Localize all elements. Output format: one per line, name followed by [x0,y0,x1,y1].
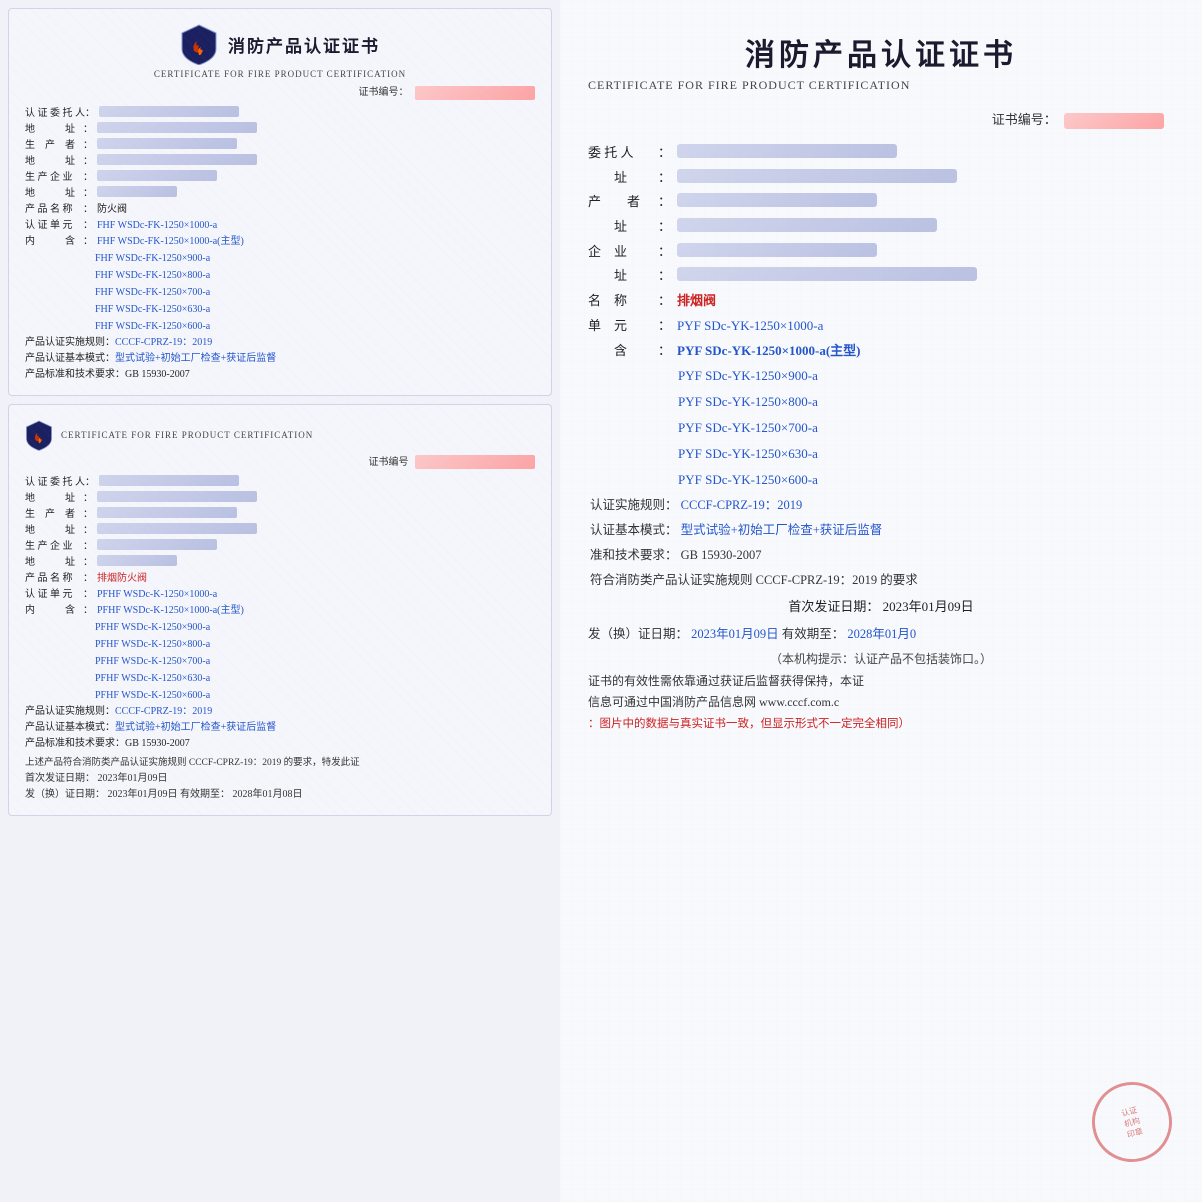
sub-items-2: PFHF WSDc-K-1250×900-a PFHF WSDc-K-1250×… [25,619,535,704]
compliance-text-2: 上述产品符合消防类产品认证实施规则 CCCF-CPRZ-19：2019 的要求，… [25,756,535,770]
right-compliance: 符合消防类产品认证实施规则 CCCF-CPRZ-19：2019 的要求 [588,568,1174,593]
product-name-2: 排烟防火阀 [97,571,147,587]
right-footer-red: ：图片中的数据与真实证书一致，但显示形式不一定完全相同） [588,714,1174,735]
cert-title-zh-1: 消防产品认证证书 [228,32,380,57]
right-field-enterprise: 企 业 ： [588,240,1174,265]
right-field-cert-unit: 单 元 ： PYF SDc-YK-1250×1000-a [588,314,1174,339]
field-standard-2: 产品认证实施规则： CCCF-CPRZ-19：2019 [25,704,535,720]
field-content-2: 内 含 ： PFHF WSDc-K-1250×1000-a(主型) [25,603,535,619]
field-cert-unit-1: 认 证 单 元 ： FHF WSDc-FK-1250×1000-a [25,218,535,234]
field-enterprise-1: 生 产 企 业 ： [25,170,535,186]
field-standard-1: 产品认证实施规则： CCCF-CPRZ-19：2019 [25,335,535,351]
right-field-product-name: 名 称 ： 排烟阀 [588,289,1174,314]
field-addr1-2: 地 址 ： [25,491,535,507]
right-title-en: CERTIFICATE FOR FIRE PRODUCT CERTIFICATI… [588,78,1174,93]
field-product-name-2: 产 品 名 称 ： 排烟防火阀 [25,571,535,587]
field-mode-2: 产品认证基本模式： 型式试验+初始工厂检查+获证后监督 [25,720,535,736]
fire-logo-icon-2 [25,419,53,451]
validity-2: 发（换）证日期： 2023年01月09日 有效期至： 2028年01月08日 [25,787,535,803]
field-tech-1: 产品标准和技术要求： GB 15930-2007 [25,367,535,383]
right-sub-items: PYF SDc-YK-1250×900-a PYF SDc-YK-1250×80… [588,363,1174,493]
right-mode: 认证基本模式： 型式试验+初始工厂检查+获证后监督 [588,518,1174,543]
cert-card-2: CERTIFICATE FOR FIRE PRODUCT CERTIFICATI… [8,404,552,816]
field-client-1: 认 证 委 托 人 ： [25,106,535,122]
cert-title-en-2: CERTIFICATE FOR FIRE PRODUCT CERTIFICATI… [61,430,313,440]
field-producer-1: 生 产 者 ： [25,138,535,154]
right-footer-1: 证书的有效性需依靠通过获证后监督获得保持，本证 [588,671,1174,693]
right-validity: 发（换）证日期： 2023年01月09日 有效期至： 2028年01月0 [588,622,1174,647]
field-content-1: 内 含 ： FHF WSDc-FK-1250×1000-a(主型) [25,234,535,250]
field-tech-2: 产品标准和技术要求： GB 15930-2007 [25,736,535,752]
cert-number-row-1: 证书编号： [25,83,535,100]
right-field-content: 含 ： PYF SDc-YK-1250×1000-a(主型) [588,339,1174,364]
left-panel: 消防产品认证证书 CERTIFICATE FOR FIRE PRODUCT CE… [0,0,560,1202]
first-date-2: 首次发证日期： 2023年01月09日 [25,771,535,787]
right-footer-2: 信息可通过中国消防产品信息网 www.cccf.com.c [588,692,1174,714]
right-notice: （本机构提示：认证产品不包括装饰口。） [588,647,1174,671]
right-field-addr1: 址 ： [588,166,1174,191]
right-field-producer: 产 者 ： [588,190,1174,215]
right-number-blur [1064,113,1164,129]
cert-card-1: 消防产品认证证书 CERTIFICATE FOR FIRE PRODUCT CE… [8,8,552,396]
right-field-addr3: 址 ： [588,264,1174,289]
field-cert-unit-2: 认 证 单 元 ： PFHF WSDc-K-1250×1000-a [25,587,535,603]
fire-logo-icon [180,23,218,65]
right-first-date: 首次发证日期： 2023年01月09日 [588,593,1174,622]
field-addr1-1: 地 址 ： [25,122,535,138]
right-field-client: 委 托 人 ： [588,141,1174,166]
right-standard: 认证实施规则： CCCF-CPRZ-19：2019 [588,493,1174,518]
right-field-addr2: 址 ： [588,215,1174,240]
cert-title-en-1: CERTIFICATE FOR FIRE PRODUCT CERTIFICATI… [25,69,535,79]
cert-number-blur-1 [415,86,535,100]
right-tech: 准和技术要求： GB 15930-2007 [588,543,1174,568]
right-number-row: 证书编号： [588,109,1174,129]
cert-number-row-2: 证书编号 [25,453,535,470]
field-enterprise-2: 生 产 企 业 ： [25,539,535,555]
field-addr2-1: 地 址 ： [25,154,535,170]
field-addr2-2: 地 址 ： [25,523,535,539]
stamp-icon: 认证机构印章 [1083,1073,1181,1171]
cert-header-1: 消防产品认证证书 [25,23,535,65]
right-title-zh: 消防产品认证证书 [588,30,1174,74]
field-product-name-1: 产 品 名 称 ： 防火阀 [25,202,535,218]
field-addr3-1: 地 址 ： [25,186,535,202]
field-client-2: 认 证 委 托 人 ： [25,475,535,491]
field-addr3-2: 地 址 ： [25,555,535,571]
product-name-1: 防火阀 [97,202,127,218]
cert-number-blur-2 [415,455,535,469]
field-mode-1: 产品认证基本模式： 型式试验+初始工厂检查+获证后监督 [25,351,535,367]
sub-items-1: FHF WSDc-FK-1250×900-a FHF WSDc-FK-1250×… [25,250,535,335]
right-product-name: 排烟阀 [677,289,716,314]
right-panel: 消防产品认证证书 CERTIFICATE FOR FIRE PRODUCT CE… [560,0,1202,1202]
field-producer-2: 生 产 者 ： [25,507,535,523]
